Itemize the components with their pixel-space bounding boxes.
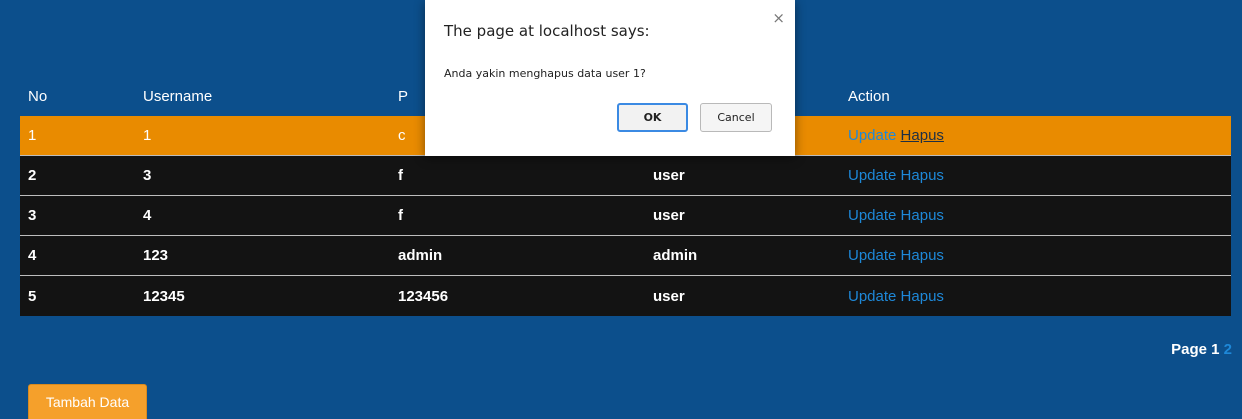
header-username: Username: [143, 87, 213, 105]
delete-link[interactable]: Hapus: [901, 288, 944, 305]
cell-level: user: [653, 287, 685, 305]
delete-link[interactable]: Hapus: [901, 127, 944, 144]
update-link[interactable]: Update: [848, 288, 896, 305]
cell-no: 5: [28, 287, 37, 305]
delete-link[interactable]: Hapus: [901, 167, 944, 184]
table-row[interactable]: 5 12345 123456 user Update Hapus: [20, 276, 1231, 316]
cell-password: f: [398, 167, 403, 184]
cell-action: Update Hapus: [840, 247, 1231, 264]
delete-link[interactable]: Hapus: [901, 247, 944, 264]
cell-username: 4: [143, 207, 152, 224]
cell-action: Update Hapus: [840, 167, 1231, 184]
cell-no: 4: [28, 247, 37, 264]
table-row[interactable]: 3 4 f user Update Hapus: [20, 196, 1231, 236]
pagination-label: Page: [1171, 341, 1207, 358]
update-link[interactable]: Update: [848, 127, 896, 144]
cell-no: 3: [28, 207, 37, 224]
cell-action: Update Hapus: [840, 288, 1231, 305]
cell-username: 1: [143, 127, 152, 144]
ok-button[interactable]: OK: [617, 103, 688, 132]
close-icon[interactable]: ×: [772, 9, 785, 27]
confirm-dialog: The page at localhost says: × Anda yakin…: [425, 0, 795, 156]
cell-action: Update Hapus: [840, 127, 1231, 144]
update-link[interactable]: Update: [848, 247, 896, 264]
pagination: Page 1 2: [1171, 341, 1232, 358]
header-no: No: [28, 87, 48, 105]
cell-level: user: [653, 167, 685, 184]
update-link[interactable]: Update: [848, 207, 896, 224]
table-row[interactable]: 2 3 f user Update Hapus: [20, 156, 1231, 196]
dialog-title: The page at localhost says:: [444, 22, 650, 40]
cell-password: 123456: [398, 287, 449, 305]
cell-level: admin: [653, 247, 698, 264]
header-action: Action: [848, 87, 890, 105]
cell-password: f: [398, 207, 403, 224]
pagination-page-link[interactable]: 2: [1224, 341, 1232, 358]
cell-no: 1: [28, 127, 37, 144]
pagination-current-page: 1: [1211, 341, 1220, 358]
update-link[interactable]: Update: [848, 167, 896, 184]
cell-username: 123: [143, 247, 169, 264]
cell-username: 3: [143, 167, 152, 184]
cell-username: 12345: [143, 287, 185, 305]
delete-link[interactable]: Hapus: [901, 207, 944, 224]
cancel-button[interactable]: Cancel: [700, 103, 772, 132]
cell-action: Update Hapus: [840, 207, 1231, 224]
add-data-button[interactable]: Tambah Data: [28, 384, 147, 419]
cell-password: admin: [398, 247, 443, 264]
cell-level: user: [653, 207, 685, 224]
cell-no: 2: [28, 167, 37, 184]
dialog-message: Anda yakin menghapus data user 1?: [444, 67, 646, 80]
table-row[interactable]: 4 123 admin admin Update Hapus: [20, 236, 1231, 276]
